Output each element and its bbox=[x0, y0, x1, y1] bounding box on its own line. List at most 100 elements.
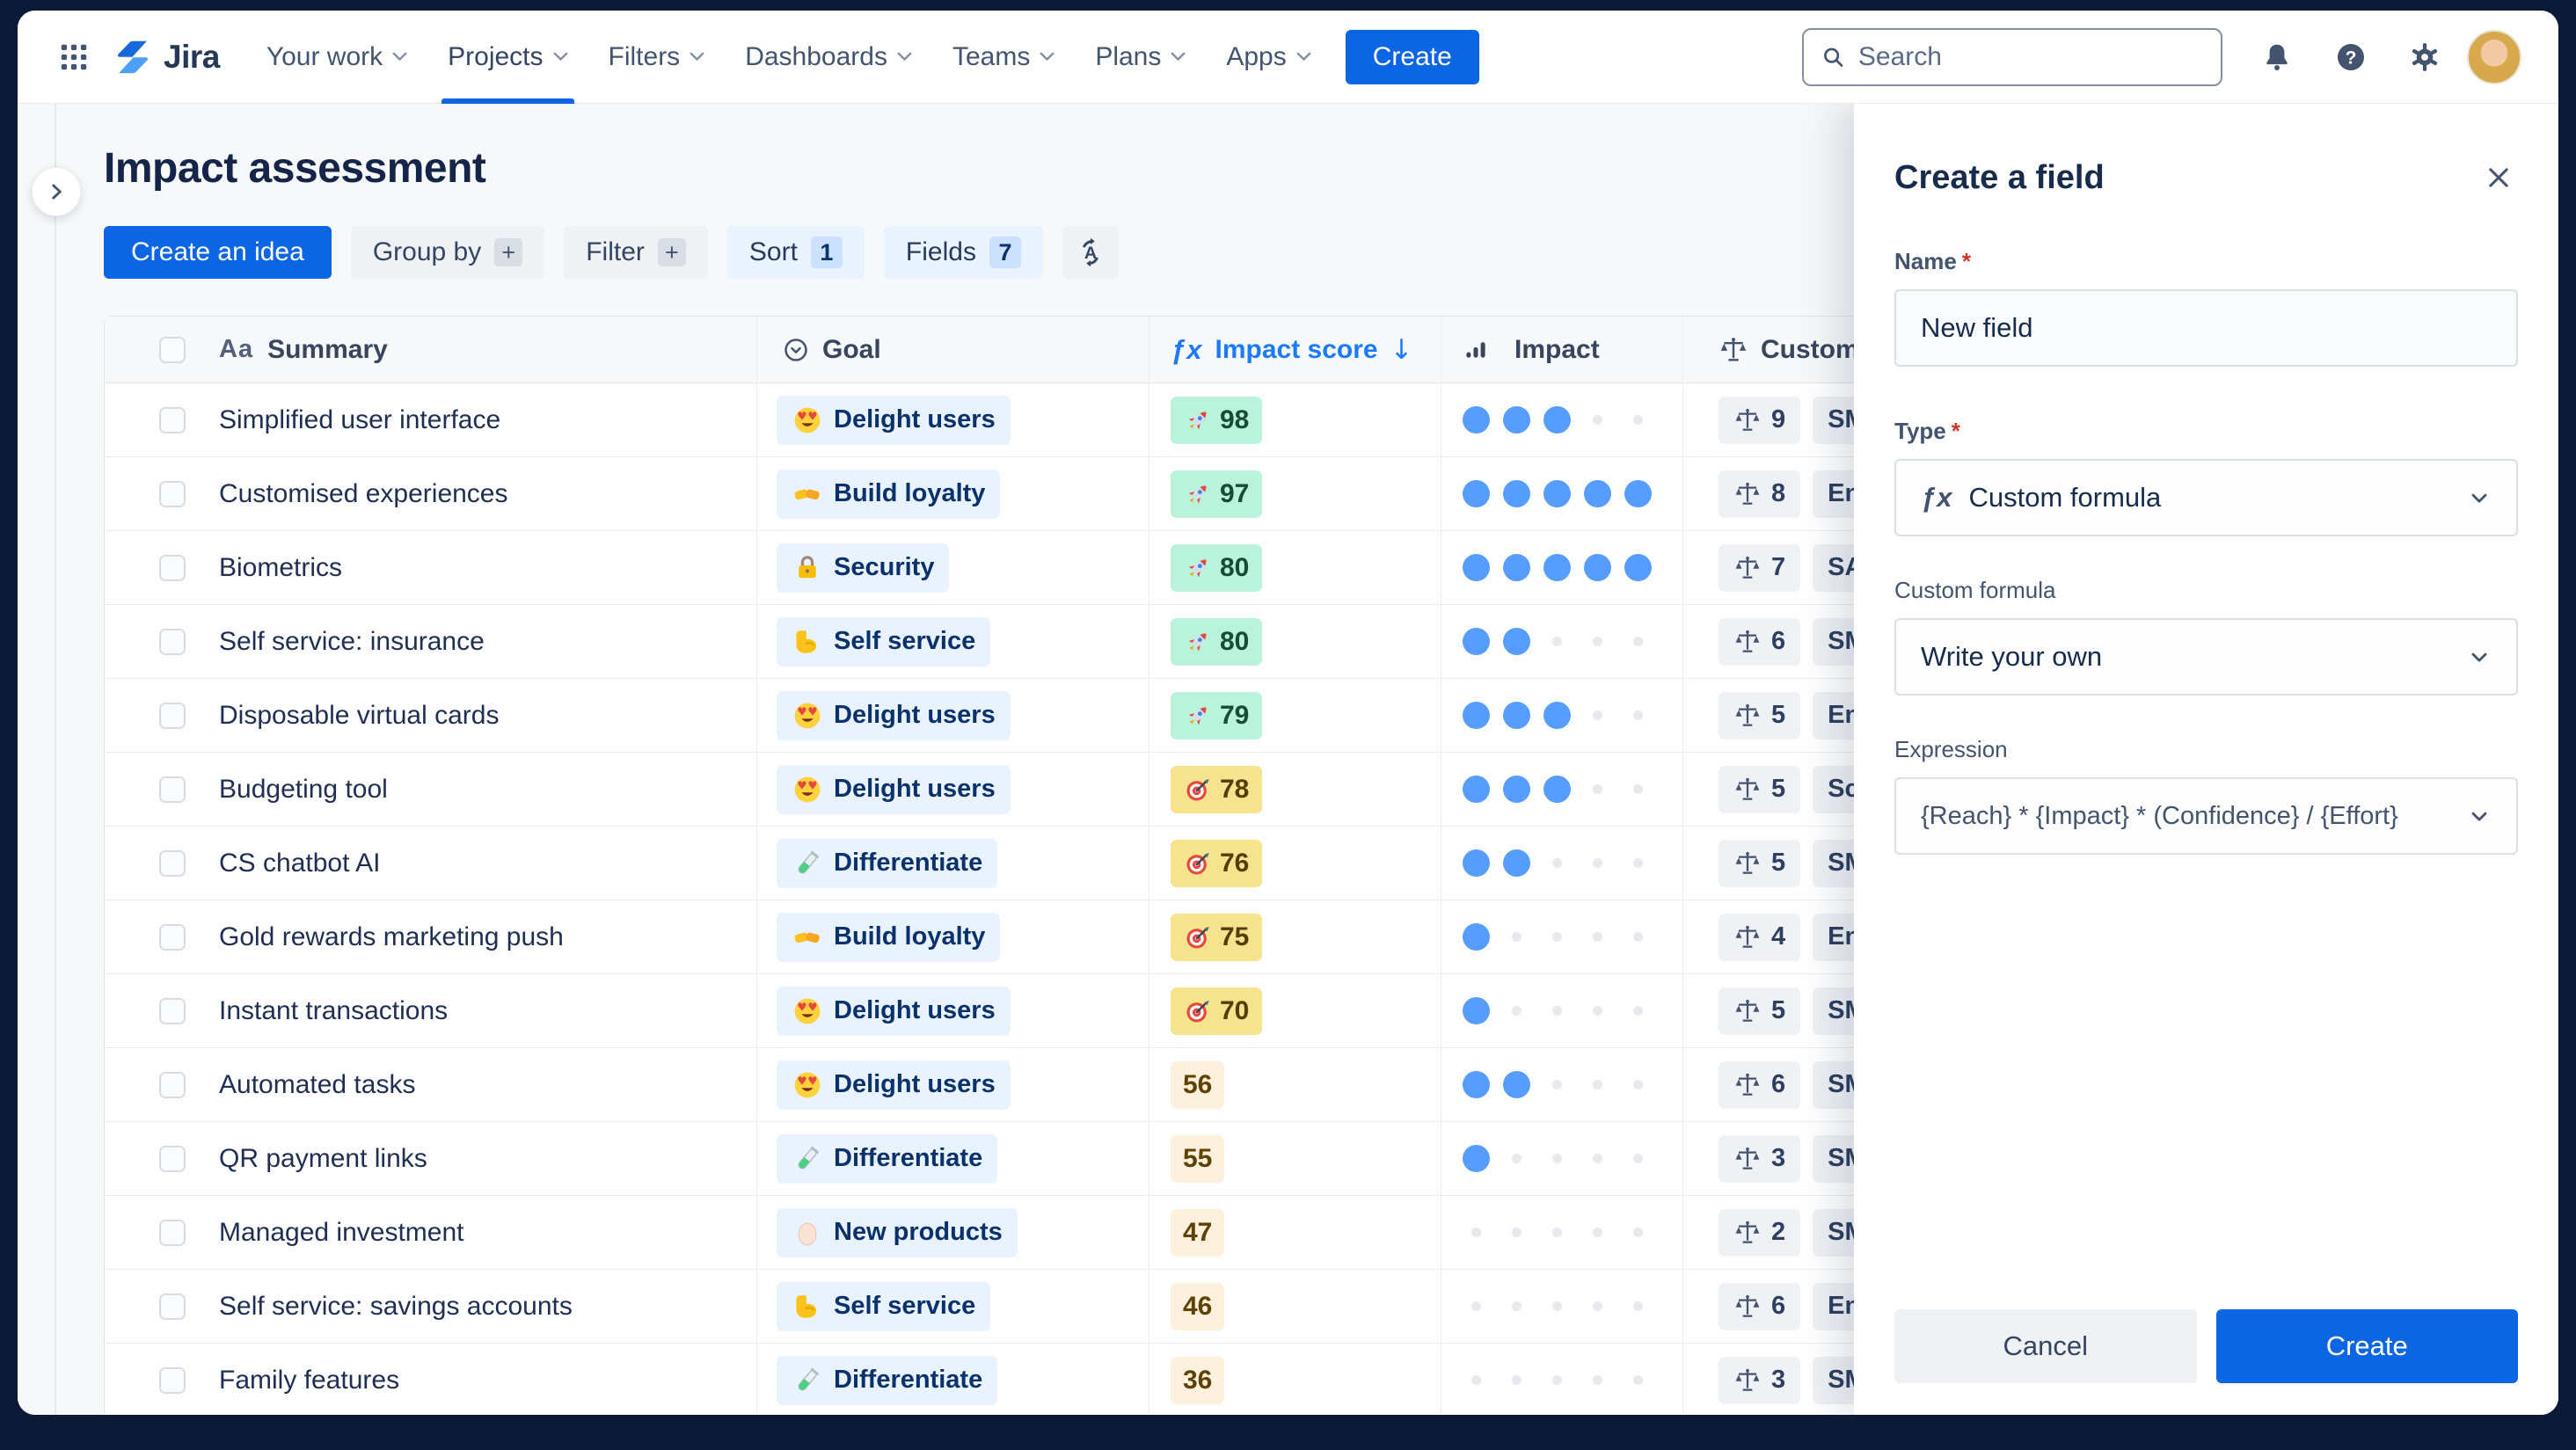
customer-weight-badge[interactable]: 3 bbox=[1719, 1134, 1801, 1183]
customer-segment-badge[interactable]: SMB bbox=[1813, 987, 1856, 1035]
table-row[interactable]: Family features Differentiate 36 3 SMB bbox=[105, 1344, 1856, 1415]
customer-segment-badge[interactable]: SMB bbox=[1813, 1208, 1856, 1257]
nav-item-dashboards[interactable]: Dashboards bbox=[725, 11, 932, 104]
row-checkbox[interactable] bbox=[159, 997, 186, 1024]
row-checkbox[interactable] bbox=[159, 480, 186, 507]
idea-summary[interactable]: QR payment links bbox=[219, 1144, 427, 1174]
nav-item-projects[interactable]: Projects bbox=[427, 11, 587, 104]
table-row[interactable]: Self service: savings accounts Self serv… bbox=[105, 1270, 1856, 1344]
idea-summary[interactable]: Automated tasks bbox=[219, 1070, 415, 1100]
impact-rating-cell[interactable] bbox=[1441, 827, 1683, 900]
nav-item-filters[interactable]: Filters bbox=[588, 11, 726, 104]
goal-badge[interactable]: ♥ ♥ Delight users bbox=[777, 764, 1011, 814]
row-checkbox[interactable] bbox=[159, 923, 186, 951]
row-checkbox[interactable] bbox=[159, 554, 186, 581]
customer-weight-badge[interactable]: 6 bbox=[1719, 1060, 1801, 1109]
table-row[interactable]: Managed investment New products 47 2 SMB bbox=[105, 1196, 1856, 1270]
customer-segment-badge[interactable]: Enterprise bbox=[1813, 470, 1856, 518]
goal-badge[interactable]: Build loyalty bbox=[777, 469, 1001, 519]
impact-rating-cell[interactable] bbox=[1441, 679, 1683, 752]
customer-segment-badge[interactable]: SMB bbox=[1813, 1134, 1856, 1183]
idea-summary[interactable]: Family features bbox=[219, 1366, 399, 1395]
close-panel-button[interactable] bbox=[2479, 158, 2518, 197]
expression-select[interactable]: {Reach} * {Impact} * (Confidence} / {Eff… bbox=[1894, 777, 2518, 855]
impact-score-badge[interactable]: 80 bbox=[1171, 617, 1263, 666]
goal-badge[interactable]: Security bbox=[777, 543, 950, 593]
row-checkbox[interactable] bbox=[159, 1366, 186, 1394]
goal-badge[interactable]: New products bbox=[777, 1207, 1018, 1257]
sort-button[interactable]: Sort 1 bbox=[726, 226, 865, 279]
goal-badge[interactable]: ♥ ♥ Delight users bbox=[777, 690, 1011, 740]
row-checkbox[interactable] bbox=[159, 849, 186, 877]
table-row[interactable]: Budgeting tool ♥♥ Delight users 78 5 Sca… bbox=[105, 753, 1856, 827]
impact-score-badge[interactable]: 36 bbox=[1171, 1356, 1225, 1404]
create-idea-button[interactable]: Create an idea bbox=[104, 226, 332, 279]
customer-segment-badge[interactable]: SAAS bbox=[1813, 543, 1856, 592]
goal-badge[interactable]: ♥ ♥ Delight users bbox=[777, 395, 1011, 445]
idea-summary[interactable]: Managed investment bbox=[219, 1218, 464, 1248]
row-checkbox[interactable] bbox=[159, 628, 186, 655]
impact-score-badge[interactable]: 98 bbox=[1171, 396, 1263, 444]
goal-badge[interactable]: Differentiate bbox=[777, 1355, 998, 1405]
impact-score-badge[interactable]: 55 bbox=[1171, 1134, 1225, 1183]
customer-weight-badge[interactable]: 2 bbox=[1719, 1208, 1801, 1257]
global-create-button[interactable]: Create bbox=[1345, 29, 1479, 84]
row-checkbox[interactable] bbox=[159, 1293, 186, 1320]
expand-sidebar-button[interactable] bbox=[32, 167, 81, 216]
group-by-button[interactable]: Group by + bbox=[350, 226, 545, 279]
customer-segment-badge[interactable]: SMB bbox=[1813, 1356, 1856, 1404]
impact-score-badge[interactable]: 47 bbox=[1171, 1208, 1225, 1257]
idea-summary[interactable]: CS chatbot AI bbox=[219, 849, 380, 878]
table-row[interactable]: Biometrics Security 80 7 SAAS bbox=[105, 531, 1856, 605]
goal-badge[interactable]: Differentiate bbox=[777, 1133, 998, 1184]
customer-weight-badge[interactable]: 8 bbox=[1719, 470, 1801, 518]
impact-rating-cell[interactable] bbox=[1441, 383, 1683, 456]
cancel-button[interactable]: Cancel bbox=[1894, 1309, 2197, 1383]
goal-badge[interactable]: Differentiate bbox=[777, 838, 998, 888]
idea-summary[interactable]: Biometrics bbox=[219, 553, 342, 583]
customer-segment-badge[interactable]: SMB bbox=[1813, 396, 1856, 444]
customer-segment-badge[interactable]: Enterprise bbox=[1813, 691, 1856, 740]
impact-rating-cell[interactable] bbox=[1441, 1270, 1683, 1343]
row-checkbox[interactable] bbox=[159, 1145, 186, 1172]
idea-summary[interactable]: Simplified user interface bbox=[219, 405, 500, 435]
impact-score-badge[interactable]: 79 bbox=[1171, 691, 1263, 740]
nav-item-plans[interactable]: Plans bbox=[1075, 11, 1206, 104]
create-field-button[interactable]: Create bbox=[2215, 1309, 2518, 1383]
customer-segment-badge[interactable]: Enterprise bbox=[1813, 1282, 1856, 1330]
select-all-checkbox[interactable] bbox=[159, 336, 186, 363]
customer-weight-badge[interactable]: 5 bbox=[1719, 691, 1801, 740]
customer-segment-badge[interactable]: SMB bbox=[1813, 617, 1856, 666]
idea-summary[interactable]: Instant transactions bbox=[219, 996, 448, 1026]
idea-summary[interactable]: Disposable virtual cards bbox=[219, 701, 499, 731]
customer-weight-badge[interactable]: 5 bbox=[1719, 987, 1801, 1035]
impact-header[interactable]: Impact bbox=[1441, 317, 1683, 383]
row-checkbox[interactable] bbox=[159, 1071, 186, 1098]
impact-score-badge[interactable]: 70 bbox=[1171, 987, 1263, 1035]
field-type-select[interactable]: ƒx Custom formula bbox=[1894, 459, 2518, 536]
help-button[interactable]: ? bbox=[2332, 38, 2370, 77]
impact-rating-cell[interactable] bbox=[1441, 900, 1683, 973]
settings-button[interactable] bbox=[2405, 38, 2444, 77]
impact-rating-cell[interactable] bbox=[1441, 605, 1683, 678]
table-row[interactable]: QR payment links Differentiate 55 3 SMB bbox=[105, 1122, 1856, 1196]
idea-summary[interactable]: Self service: insurance bbox=[219, 627, 485, 657]
customer-segment-badge[interactable]: Enterprise bbox=[1813, 913, 1856, 961]
impact-score-header[interactable]: ƒx Impact score ↓ bbox=[1149, 317, 1441, 383]
impact-score-badge[interactable]: 46 bbox=[1171, 1282, 1225, 1330]
field-name-input[interactable] bbox=[1894, 289, 2518, 367]
fields-button[interactable]: Fields 7 bbox=[883, 226, 1043, 279]
customer-weight-badge[interactable]: 9 bbox=[1719, 396, 1801, 444]
customer-weight-badge[interactable]: 6 bbox=[1719, 1282, 1801, 1330]
impact-score-badge[interactable]: 78 bbox=[1171, 765, 1263, 813]
nav-item-your-work[interactable]: Your work bbox=[246, 11, 427, 104]
custom-formula-select[interactable]: Write your own bbox=[1894, 618, 2518, 696]
impact-rating-cell[interactable] bbox=[1441, 1122, 1683, 1195]
table-row[interactable]: Instant transactions ♥ ♥ Delight users 70… bbox=[105, 974, 1856, 1048]
customer-segment-badge[interactable]: SMB bbox=[1813, 1060, 1856, 1109]
row-checkbox[interactable] bbox=[159, 406, 186, 434]
app-switcher-button[interactable] bbox=[49, 33, 99, 82]
filter-button[interactable]: Filter + bbox=[564, 226, 708, 279]
idea-summary[interactable]: Budgeting tool bbox=[219, 775, 388, 805]
impact-score-badge[interactable]: 76 bbox=[1171, 839, 1263, 887]
